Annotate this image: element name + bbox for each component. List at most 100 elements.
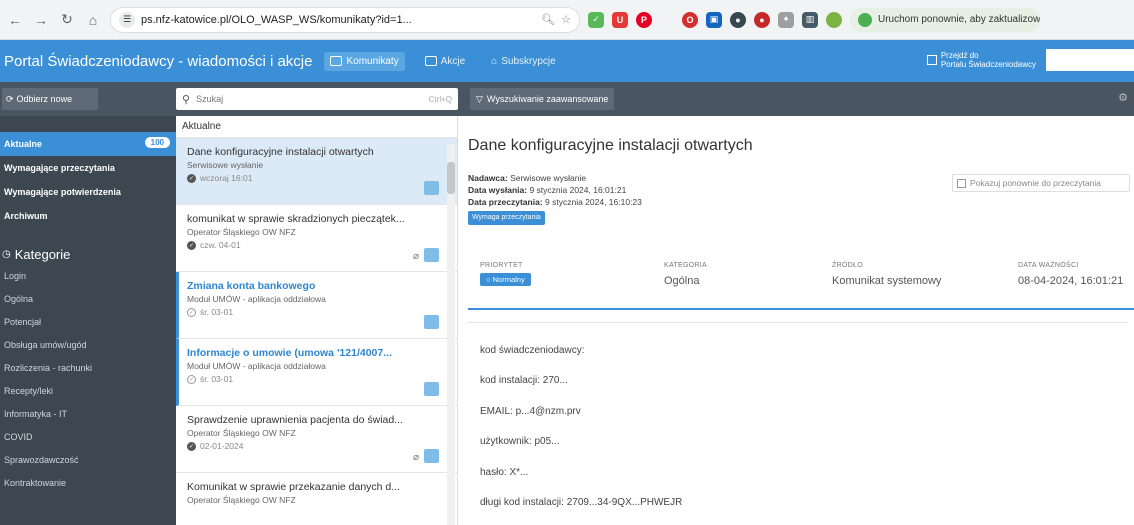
folder-icon: ◷ — [2, 248, 11, 260]
message-action-icon[interactable] — [424, 248, 439, 262]
message-date-row: ✓ śr. 03-01 — [187, 307, 437, 317]
body-line: użytkownik: p05... — [480, 436, 560, 447]
category-prop: KATEGORIA Ogólna — [664, 262, 707, 287]
show-again-checkbox[interactable]: Pokazuj ponownie do przeczytania — [952, 174, 1130, 192]
filter-icon: ▽ — [476, 93, 483, 104]
relaunch-update-button[interactable]: Uruchom ponownie, aby zaktualizow — [850, 7, 1040, 32]
forward-icon[interactable]: → — [32, 11, 50, 29]
unread-check-icon: ✓ — [187, 307, 196, 317]
message-action-icon[interactable] — [424, 382, 439, 396]
list-item[interactable]: Informacje o umowie (umowa '121/4007... … — [176, 339, 457, 406]
attachment-icon: ⌀ — [412, 251, 419, 262]
sidebar-item-aktualne[interactable]: Aktualne 100 — [0, 132, 176, 156]
extension-pinterest-icon[interactable]: P — [636, 11, 652, 28]
body-line: długi kod instalacji: 2709...34-9QX...PH… — [480, 497, 683, 508]
header-search-input[interactable] — [1046, 49, 1134, 71]
toolbar: ⟳ Odbierz nowe ⚲ Ctrl+Q ▽ Wyszukiwanie z… — [0, 82, 1134, 116]
message-detail: Dane konfiguracyjne instalacji otwartych… — [458, 116, 1134, 525]
extension-blue-icon[interactable]: ▣ — [706, 11, 722, 28]
message-sender: Operator Śląskiego OW NFZ — [187, 227, 296, 237]
tab-komunikaty[interactable]: Komunikaty — [324, 51, 405, 71]
sidebar-item-to-read[interactable]: Wymagające przeczytania — [0, 156, 176, 180]
requires-read-badge: Wymaga przeczytania — [468, 211, 545, 225]
settings-gear-icon[interactable]: ⚙ — [1118, 91, 1128, 104]
message-date: śr. 03-01 — [200, 307, 234, 317]
categories-heading: ◷ Kategorie — [0, 244, 176, 264]
extensions-puzzle-icon[interactable]: ✦ — [778, 11, 794, 28]
back-icon[interactable]: ← — [6, 11, 24, 29]
message-date: czw. 04-01 — [200, 240, 241, 250]
list-scrollbar-thumb[interactable] — [447, 162, 455, 194]
sent-row: Data wysłania: 9 stycznia 2024, 16:01:21 — [468, 184, 642, 196]
receive-new-label: Odbierz nowe — [16, 94, 73, 104]
source-value: Komunikat systemowy — [832, 275, 942, 287]
list-item[interactable]: Sprawdzenie uprawnienia pacjenta do świa… — [176, 406, 457, 473]
message-date-row: ✓ wczoraj 16:01 — [187, 173, 437, 183]
search-shortcut: Ctrl+Q — [428, 94, 452, 104]
message-action-icon[interactable] — [424, 181, 439, 195]
message-date: 02-01-2024 — [200, 441, 244, 451]
tab-subskrypcje[interactable]: ⌂ Subskrypcje — [485, 52, 562, 71]
message-title: Komunikat w sprawie przekazanie danych d… — [187, 481, 401, 493]
checkbox-icon[interactable] — [957, 178, 966, 188]
sidebar-category-item[interactable]: Kontraktowanie — [0, 471, 176, 494]
message-date: śr. 03-01 — [200, 374, 234, 384]
list-item[interactable]: Dane konfiguracyjne instalacji otwartych… — [176, 138, 457, 205]
search-input[interactable] — [196, 94, 423, 104]
search-box[interactable]: ⚲ Ctrl+Q — [176, 88, 458, 110]
search-icon: ⚲ — [182, 93, 191, 106]
list-item[interactable]: komunikat w sprawie skradzionych piecząt… — [176, 205, 457, 272]
unread-check-icon: ✓ — [187, 374, 196, 384]
go-to-portal-link[interactable]: Przejdź do Portalu Świadczeniodawcy — [926, 51, 1036, 69]
body-line: kod świadczeniodawcy: — [480, 345, 585, 356]
list-header: Aktualne — [176, 116, 457, 138]
message-sender: Operator Śląskiego OW NFZ — [187, 428, 296, 438]
message-sender: Moduł UMÓW - aplikacja oddziałowa — [187, 361, 326, 371]
list-scrollbar-track[interactable] — [447, 144, 455, 525]
body-line: hasło: X*... — [480, 467, 529, 478]
list-item[interactable]: Komunikat w sprawie przekazanie danych d… — [176, 473, 457, 525]
extension-dark-icon[interactable]: ● — [730, 11, 746, 28]
bell-icon: ⌂ — [491, 55, 498, 67]
zoom-icon[interactable]: 🔍︎ — [541, 13, 555, 26]
list-item[interactable]: Zmiana konta bankowego Moduł UMÓW - apli… — [176, 272, 457, 339]
tab-akcje[interactable]: Akcje — [419, 52, 471, 71]
sender-label: Nadawca: — [468, 173, 508, 183]
sidebar-category-item[interactable]: Sprawozdawczość — [0, 448, 176, 471]
message-action-icon[interactable] — [424, 315, 439, 329]
extension-opera-icon[interactable]: O — [682, 11, 698, 28]
address-bar[interactable]: ☰ ps.nfz-katowice.pl/OLO_WASP_WS/komunik… — [110, 6, 580, 33]
message-action-icon[interactable] — [424, 449, 439, 463]
profile-avatar-icon[interactable] — [826, 11, 842, 28]
go-to-portal-line1: Przejdź do — [940, 51, 979, 60]
extension-green-icon[interactable]: ✓ — [588, 11, 604, 28]
sidebar-category-item[interactable]: Informatyka - IT — [0, 402, 176, 425]
unread-count-badge: 100 — [144, 137, 170, 148]
go-to-portal-line2: Portalu Świadczeniodawcy — [940, 60, 1036, 69]
sidepanel-icon[interactable]: ▥ — [802, 11, 818, 28]
relaunch-label: Uruchom ponownie, aby zaktualizow — [878, 14, 1040, 25]
sender-row: Nadawca: Serwisowe wysłanie — [468, 172, 642, 184]
sidebar-category-item[interactable]: Obsługa umów/ugód — [0, 333, 176, 356]
tab-label: Subskrypcje — [501, 55, 556, 67]
validity-prop: DATA WAŻNOŚCI 08-04-2024, 16:01:21 — [1018, 262, 1123, 287]
message-date-row: ✓ śr. 03-01 — [187, 374, 437, 384]
advanced-search-button[interactable]: ▽ Wyszukiwanie zaawansowane — [470, 88, 615, 110]
sidebar-category-item[interactable]: Potencjał — [0, 310, 176, 333]
home-icon[interactable]: ⌂ — [84, 11, 102, 29]
source-label: ŹRÓDŁO — [832, 262, 863, 269]
bookmark-star-icon[interactable]: ☆ — [561, 13, 571, 26]
extension-ublock-icon[interactable]: U — [612, 11, 628, 28]
sidebar-item-label: Archiwum — [4, 211, 48, 221]
sidebar-category-item[interactable]: Ogólna — [0, 287, 176, 310]
sidebar-category-item[interactable]: COVID — [0, 425, 176, 448]
sidebar-item-archive[interactable]: Archiwum — [0, 204, 176, 228]
reload-icon[interactable]: ↻ — [58, 11, 76, 29]
sidebar-item-to-confirm[interactable]: Wymagające potwierdzenia — [0, 180, 176, 204]
receive-new-button[interactable]: ⟳ Odbierz nowe — [2, 88, 98, 110]
site-info-icon[interactable]: ☰ — [119, 11, 135, 28]
extension-red-icon[interactable]: ● — [754, 11, 770, 28]
sidebar-category-item[interactable]: Recepty/leki — [0, 379, 176, 402]
sidebar-category-item[interactable]: Login — [0, 264, 176, 287]
sidebar-category-item[interactable]: Rozliczenia - rachunki — [0, 356, 176, 379]
